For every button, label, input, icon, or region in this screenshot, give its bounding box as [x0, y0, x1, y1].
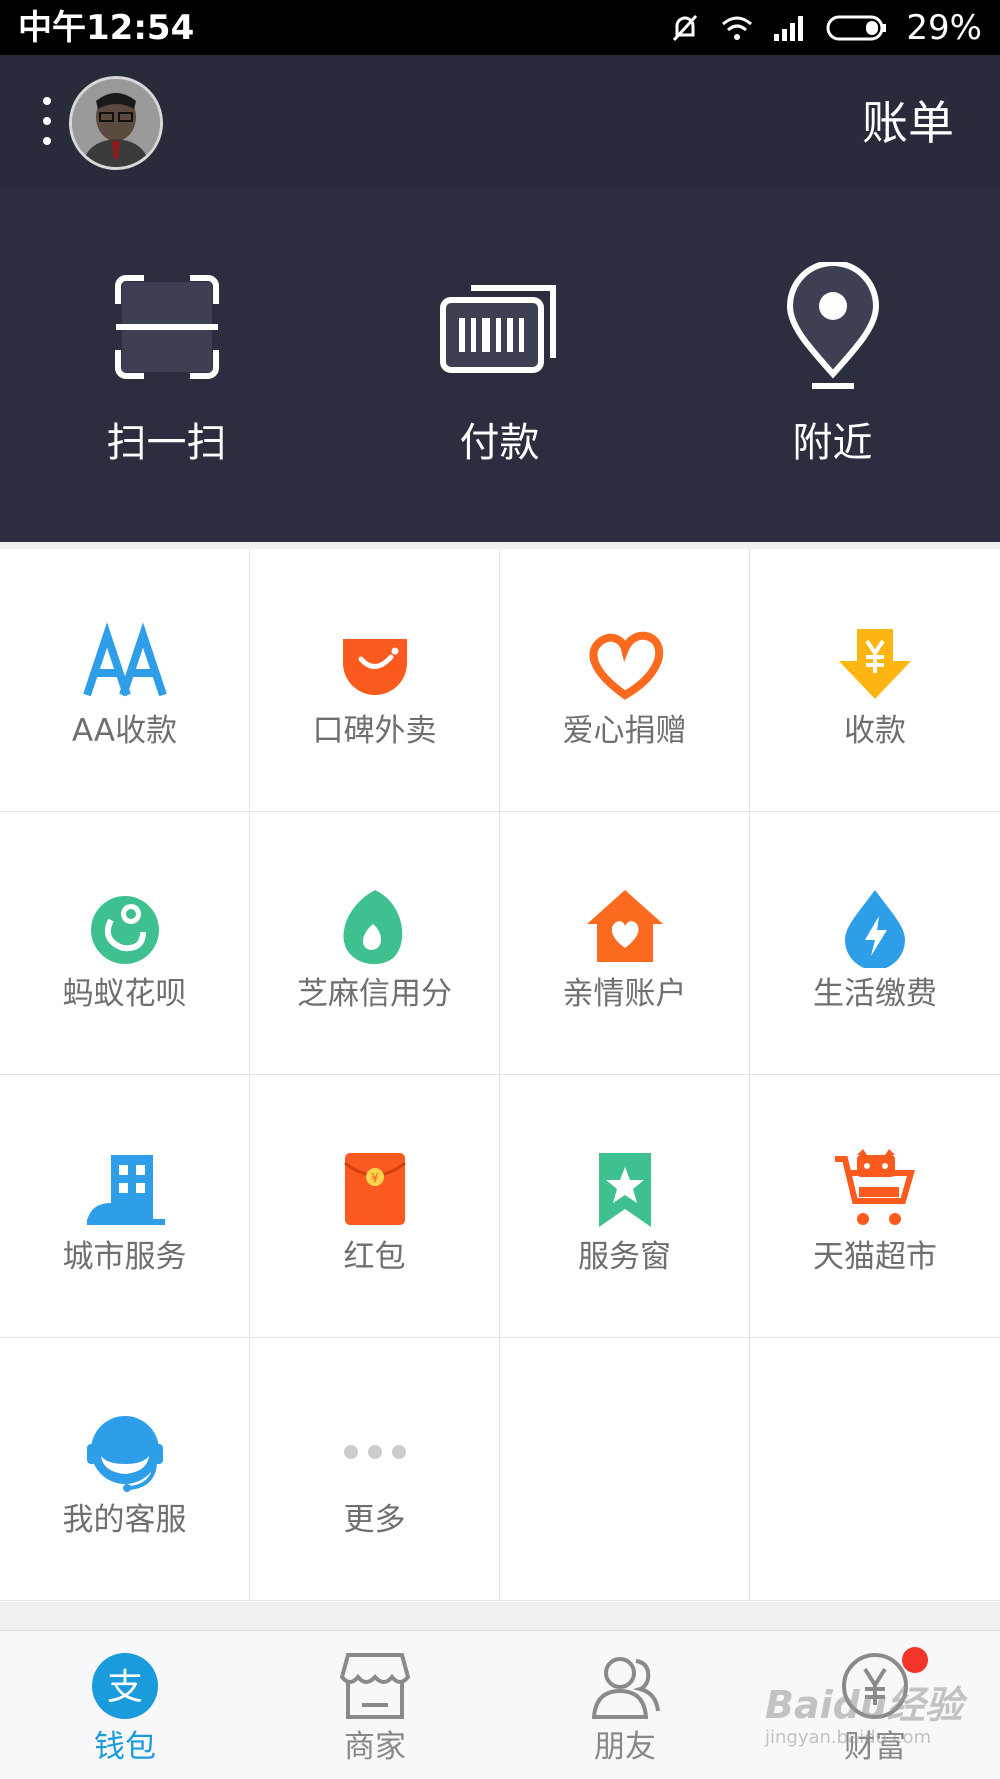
aa-icon	[82, 622, 167, 697]
service-label: 蚂蚁花呗	[62, 976, 187, 1012]
location-pin-icon	[786, 262, 879, 389]
status-icons: 29%	[668, 8, 982, 48]
service-red-packet[interactable]: ¥ 红包	[250, 1075, 500, 1338]
heart-icon	[588, 631, 663, 700]
service-label: 更多	[343, 1502, 406, 1538]
service-koubei-takeout[interactable]: 口碑外卖	[250, 549, 500, 812]
avatar-image	[72, 79, 160, 167]
tmall-cart-icon	[835, 1149, 915, 1225]
scan-icon	[114, 275, 219, 379]
battery-percent: 29%	[906, 8, 982, 48]
pay-action[interactable]: 付款	[333, 190, 666, 542]
home-heart-icon	[586, 890, 663, 962]
headset-icon	[86, 1416, 163, 1492]
service-city[interactable]: 城市服务	[0, 1075, 250, 1338]
scan-action[interactable]: 扫一扫	[0, 190, 333, 542]
status-time: 中午12:54	[18, 8, 195, 48]
service-grid: AA收款 口碑外卖 爱心捐赠 收款 蚂蚁花呗 芝麻信用分 亲情账户 生活缴费 城…	[0, 549, 1000, 1602]
service-label: 生活缴费	[813, 976, 937, 1012]
city-building-icon	[86, 1155, 165, 1225]
wallet-header: 账单	[0, 55, 1000, 190]
friends-icon	[591, 1657, 660, 1719]
svg-text:¥: ¥	[371, 1171, 379, 1185]
notification-badge	[902, 1647, 928, 1673]
nearby-action[interactable]: 附近	[666, 190, 999, 542]
service-label: 我的客服	[62, 1502, 187, 1538]
alipay-icon: 支	[92, 1653, 158, 1719]
empty-cell	[500, 1338, 750, 1601]
service-family-account[interactable]: 亲情账户	[500, 812, 750, 1075]
signal-icon	[774, 16, 804, 41]
bill-link[interactable]: 账单	[862, 93, 954, 153]
empty-cell	[750, 1338, 1000, 1601]
service-collect-money[interactable]: 收款	[750, 549, 1000, 812]
more-dots-icon	[343, 1445, 406, 1459]
tab-label: 钱包	[94, 1729, 156, 1765]
service-label: 芝麻信用分	[297, 976, 452, 1012]
user-avatar[interactable]	[69, 76, 163, 170]
service-label: 服务窗	[578, 1239, 671, 1275]
service-sesame-credit[interactable]: 芝麻信用分	[250, 812, 500, 1075]
status-bar: 中午12:54 29%	[0, 0, 1000, 55]
store-icon	[339, 1653, 411, 1719]
service-label: 收款	[844, 713, 906, 749]
service-donation[interactable]: 爱心捐赠	[500, 549, 750, 812]
service-label: AA收款	[71, 713, 178, 749]
yuan-arrow-icon	[839, 629, 911, 699]
service-label: 爱心捐赠	[562, 713, 687, 749]
service-label: 亲情账户	[562, 976, 687, 1012]
service-more[interactable]: 更多	[250, 1338, 500, 1601]
service-label: 天猫超市	[813, 1239, 937, 1275]
pay-label: 付款	[459, 420, 540, 466]
service-aa-payment[interactable]: AA收款	[0, 549, 250, 812]
huabei-icon	[90, 896, 159, 964]
battery-icon	[826, 15, 887, 41]
red-envelope-icon: ¥	[343, 1153, 406, 1225]
scan-label: 扫一扫	[106, 420, 227, 466]
quick-actions-panel: 扫一扫 付款 附近	[0, 190, 1000, 542]
service-label: 口碑外卖	[312, 713, 437, 749]
service-label: 城市服务	[62, 1239, 187, 1275]
tab-wallet[interactable]: 支 钱包	[0, 1631, 250, 1779]
tab-label: 商家	[344, 1729, 406, 1765]
barcode-pay-icon	[439, 285, 556, 373]
service-label: 红包	[343, 1239, 406, 1275]
more-vertical-icon[interactable]	[36, 97, 58, 147]
svg-text:支: 支	[107, 1667, 143, 1708]
tab-merchants[interactable]: 商家	[250, 1631, 500, 1779]
service-utility-bills[interactable]: 生活缴费	[750, 812, 1000, 1075]
service-window[interactable]: 服务窗	[500, 1075, 750, 1338]
watermark-url: jingyan.baidu.com	[765, 1727, 932, 1748]
mute-icon	[673, 14, 698, 42]
service-customer-support[interactable]: 我的客服	[0, 1338, 250, 1601]
watermark-logo: Baidu经验	[765, 1683, 963, 1727]
tab-label: 朋友	[594, 1729, 656, 1765]
bolt-drop-icon	[845, 890, 905, 968]
star-bookmark-icon	[598, 1153, 651, 1227]
wifi-icon	[722, 16, 753, 40]
koubei-smile-icon	[342, 639, 407, 695]
sesame-icon	[342, 890, 402, 965]
tab-friends[interactable]: 朋友	[500, 1631, 750, 1779]
service-huabei[interactable]: 蚂蚁花呗	[0, 812, 250, 1075]
service-tmall-market[interactable]: 天猫超市	[750, 1075, 1000, 1338]
nearby-label: 附近	[792, 420, 873, 466]
